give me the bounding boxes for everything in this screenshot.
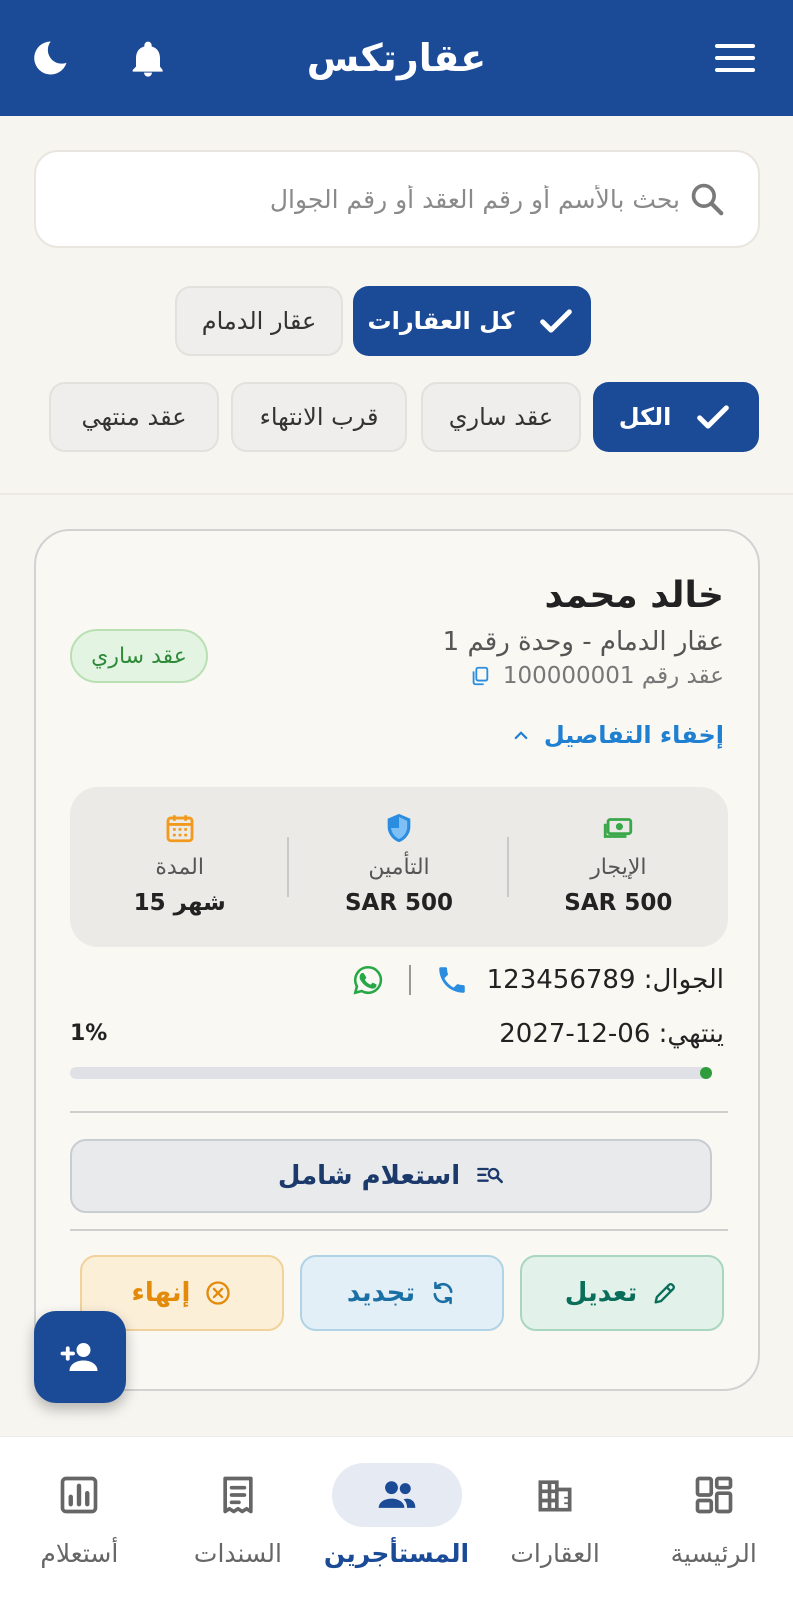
separator bbox=[408, 965, 411, 995]
whatsapp-icon[interactable] bbox=[351, 963, 385, 997]
nav-label: السندات bbox=[193, 1539, 282, 1568]
receipt-icon bbox=[223, 1476, 253, 1514]
renew-button[interactable]: تجديد bbox=[300, 1255, 504, 1331]
stat-label: الإيجار bbox=[590, 855, 647, 880]
calendar-icon bbox=[166, 815, 194, 843]
nav-item-inquiry[interactable]: أستعلام bbox=[0, 1437, 159, 1600]
nav-item-receipts[interactable]: السندات bbox=[159, 1437, 318, 1600]
filter-chip-all-properties[interactable]: كل العقارات bbox=[353, 286, 591, 356]
nav-item-tenants[interactable]: المستأجرين bbox=[317, 1437, 476, 1600]
tenant-name: خالد محمد bbox=[544, 575, 724, 616]
nav-icon-container bbox=[331, 1463, 462, 1527]
filter-chip-dammam-property[interactable]: عقار الدمام bbox=[175, 286, 343, 356]
terminate-label: إنهاء bbox=[131, 1278, 191, 1308]
cancel-circle-icon bbox=[206, 1281, 231, 1305]
chip-label: الكل bbox=[618, 403, 672, 431]
filter-chip-active-contract[interactable]: عقد ساري bbox=[421, 382, 581, 452]
people-icon bbox=[378, 1481, 415, 1508]
contract-stats: الإيجار SAR 500 التأمين SAR 500 المدة 15… bbox=[70, 787, 728, 947]
nav-label: الرئيسية bbox=[670, 1539, 757, 1568]
stat-label: المدة bbox=[155, 855, 204, 880]
comprehensive-inquiry-button[interactable]: استعلام شامل bbox=[70, 1139, 712, 1213]
stat-duration: المدة 15 شهر bbox=[70, 787, 290, 947]
nav-icon-container bbox=[649, 1463, 779, 1527]
contract-number: عقد رقم 100000001 bbox=[502, 663, 724, 689]
app-title: عقارتكس bbox=[306, 36, 487, 80]
nav-icon-container bbox=[14, 1463, 144, 1527]
stat-label: التأمين bbox=[368, 855, 430, 880]
chevron-up-icon bbox=[514, 731, 528, 740]
phone-icon[interactable] bbox=[435, 963, 469, 997]
nav-icon-container bbox=[490, 1463, 620, 1527]
menu-icon[interactable] bbox=[715, 44, 755, 72]
bell-icon[interactable] bbox=[128, 38, 168, 82]
stat-insurance: التأمين SAR 500 bbox=[289, 787, 510, 947]
search-bar[interactable] bbox=[34, 150, 760, 248]
building-icon bbox=[538, 1480, 572, 1512]
stat-value: 15 شهر bbox=[133, 890, 226, 916]
add-tenant-fab[interactable] bbox=[34, 1311, 126, 1403]
filter-chip-near-expiry[interactable]: قرب الانتهاء bbox=[231, 382, 407, 452]
bottom-nav: الرئيسية العقارات المستأجرين السندات أست… bbox=[0, 1436, 793, 1600]
nav-item-home[interactable]: الرئيسية bbox=[634, 1437, 793, 1600]
nav-icon-container bbox=[173, 1463, 303, 1527]
check-icon bbox=[697, 405, 730, 429]
chip-label: عقد ساري bbox=[448, 403, 554, 431]
contract-end-date: ينتهي: 06-12-2027 bbox=[499, 1019, 724, 1049]
phone-number: الجوال: 123456789 bbox=[486, 965, 724, 995]
nav-item-properties[interactable]: العقارات bbox=[476, 1437, 635, 1600]
nav-label: أستعلام bbox=[40, 1539, 119, 1568]
stat-value: SAR 500 bbox=[564, 890, 673, 916]
dashboard-icon bbox=[695, 1476, 733, 1514]
edit-button[interactable]: تعديل bbox=[520, 1255, 724, 1331]
search-input[interactable] bbox=[68, 184, 680, 214]
shield-icon bbox=[387, 813, 411, 843]
divider bbox=[70, 1229, 728, 1231]
unit-info: عقار الدمام - وحدة رقم 1 bbox=[442, 627, 724, 657]
nav-label: العقارات bbox=[510, 1539, 600, 1568]
moon-icon[interactable] bbox=[28, 36, 72, 80]
add-person-icon bbox=[60, 1343, 98, 1371]
divider bbox=[0, 493, 793, 495]
refresh-icon bbox=[433, 1281, 453, 1305]
contract-number-row: عقد رقم 100000001 bbox=[469, 663, 724, 689]
pencil-icon bbox=[654, 1283, 676, 1304]
filter-chip-expired-contract[interactable]: عقد منتهي bbox=[49, 382, 219, 452]
edit-label: تعديل bbox=[564, 1278, 638, 1308]
nav-label: المستأجرين bbox=[323, 1539, 470, 1568]
chip-label: عقار الدمام bbox=[201, 307, 317, 335]
contract-progress-bar bbox=[70, 1067, 712, 1079]
divider bbox=[70, 1111, 728, 1113]
stat-rent: الإيجار SAR 500 bbox=[509, 787, 728, 947]
chip-label: قرب الانتهاء bbox=[259, 403, 379, 431]
copy-icon[interactable] bbox=[469, 665, 491, 687]
chip-label: عقد منتهي bbox=[81, 403, 187, 431]
report-icon bbox=[60, 1476, 98, 1514]
chip-label: كل العقارات bbox=[367, 307, 515, 335]
toggle-details-link[interactable]: إخفاء التفاصيل bbox=[512, 721, 724, 749]
status-filter-row: الكل عقد ساري قرب الانتهاء عقد منتهي bbox=[34, 382, 759, 454]
phone-row: الجوال: 123456789 bbox=[351, 963, 724, 997]
search-icon bbox=[691, 183, 724, 216]
toggle-details-label: إخفاء التفاصيل bbox=[543, 721, 724, 749]
app-bar: عقارتكس bbox=[0, 0, 793, 116]
progress-fill bbox=[700, 1067, 712, 1079]
renew-label: تجديد bbox=[346, 1278, 416, 1308]
status-badge: عقد ساري bbox=[70, 629, 208, 683]
search-list-icon bbox=[477, 1167, 504, 1184]
money-icon bbox=[604, 818, 633, 838]
tenant-card: خالد محمد عقار الدمام - وحدة رقم 1 عقد ر… bbox=[34, 529, 760, 1391]
check-icon bbox=[540, 309, 573, 333]
stat-value: SAR 500 bbox=[344, 890, 454, 916]
progress-percent: 1% bbox=[70, 1021, 108, 1046]
filter-chip-all[interactable]: الكل bbox=[593, 382, 759, 452]
inquiry-label: استعلام شامل bbox=[277, 1161, 461, 1191]
